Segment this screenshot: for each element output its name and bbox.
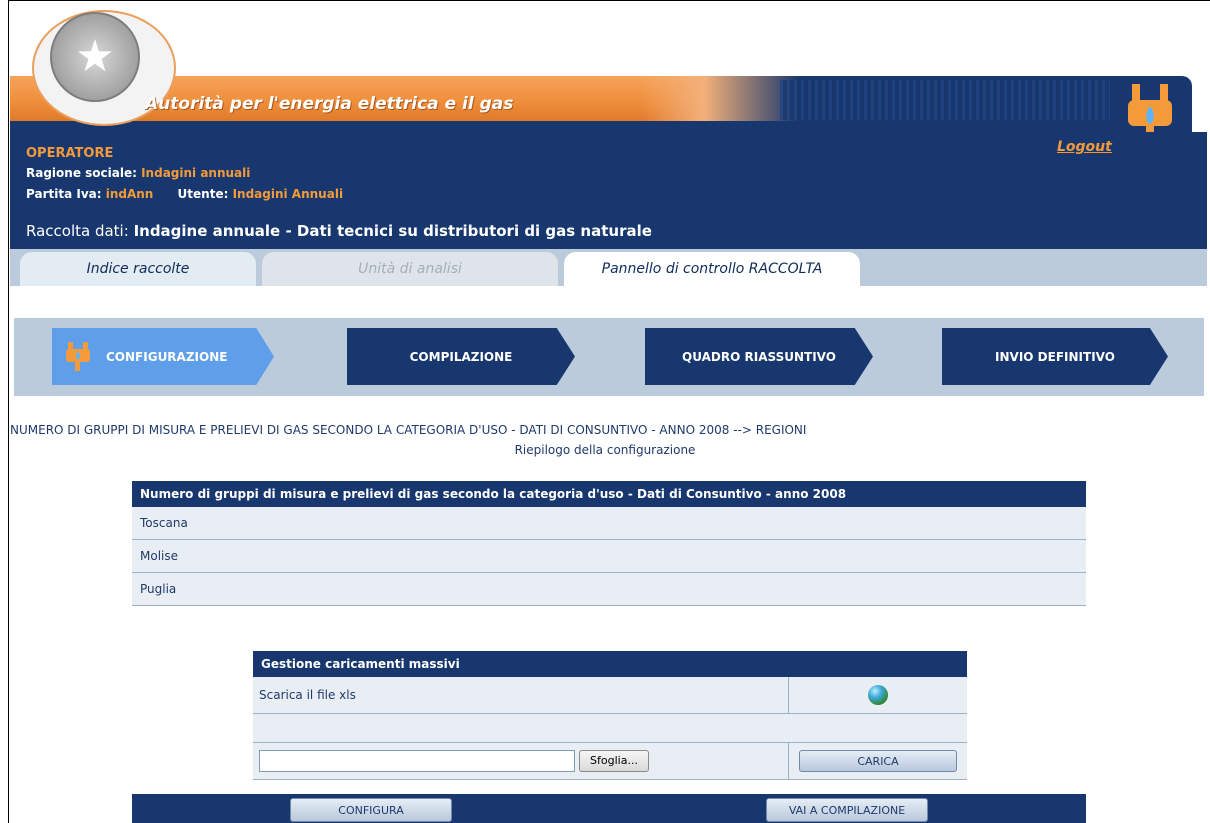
partita-label: Partita Iva: bbox=[26, 187, 102, 201]
download-label: Scarica il file xls bbox=[253, 677, 789, 713]
upload-row: Sfoglia... CARICA bbox=[253, 743, 967, 780]
file-path-input[interactable] bbox=[259, 750, 575, 772]
raccolta-value: Indagine annuale - Dati tecnici su distr… bbox=[133, 222, 652, 240]
bulk-upload-table: Gestione caricamenti massivi Scarica il … bbox=[253, 651, 967, 780]
republic-emblem-icon: ★ bbox=[50, 12, 140, 102]
table-row: Puglia bbox=[132, 573, 1086, 606]
regions-table-header: Numero di gruppi di misura e prelievi di… bbox=[132, 481, 1086, 507]
ragione-sociale-line: Ragione sociale: Indagini annuali bbox=[26, 166, 250, 180]
utente-label: Utente: bbox=[177, 187, 229, 201]
vai-a-compilazione-button[interactable]: VAI A COMPILAZIONE bbox=[766, 798, 928, 822]
empty-row bbox=[253, 714, 967, 743]
bulk-table-header: Gestione caricamenti massivi bbox=[253, 651, 967, 677]
raccolta-label: Raccolta dati: bbox=[26, 222, 129, 240]
upload-cell: Sfoglia... bbox=[253, 743, 789, 779]
step-invio-definitivo[interactable]: INVIO DEFINITIVO bbox=[942, 328, 1168, 385]
tab-indice-raccolte[interactable]: Indice raccolte bbox=[20, 252, 256, 286]
gas-pipe-icon bbox=[66, 342, 90, 371]
page-frame-top bbox=[8, 0, 1210, 1]
utente-value: Indagini Annuali bbox=[232, 187, 344, 201]
banner-fade bbox=[640, 76, 800, 121]
tab-unita-di-analisi: Unità di analisi bbox=[262, 252, 558, 286]
operatore-title: OPERATORE bbox=[26, 146, 114, 161]
raccolta-line: Raccolta dati: Indagine annuale - Dati t… bbox=[26, 222, 652, 240]
regions-table: Numero di gruppi di misura e prelievi di… bbox=[132, 481, 1086, 606]
ragione-value: Indagini annuali bbox=[141, 166, 251, 180]
table-row: Toscana bbox=[132, 507, 1086, 540]
ragione-label: Ragione sociale: bbox=[26, 166, 137, 180]
download-cell bbox=[789, 677, 967, 713]
download-row: Scarica il file xls bbox=[253, 677, 967, 714]
carica-button[interactable]: CARICA bbox=[799, 750, 957, 772]
footer-bar bbox=[132, 794, 1086, 823]
step-compilazione[interactable]: COMPILAZIONE bbox=[347, 328, 575, 385]
banner-title: Autorità per l'energia elettrica e il ga… bbox=[145, 94, 514, 114]
partita-value: indAnn bbox=[105, 187, 154, 201]
table-row: Molise bbox=[132, 540, 1086, 573]
upload-button-cell: CARICA bbox=[789, 743, 967, 779]
banner-stripes bbox=[780, 80, 1110, 120]
partita-utente-line: Partita Iva: indAnn Utente: Indagini Ann… bbox=[26, 187, 343, 201]
section-subtitle: Riepilogo della configurazione bbox=[514, 443, 696, 457]
section-title: NUMERO DI GRUPPI DI MISURA E PRELIEVI DI… bbox=[10, 423, 807, 437]
globe-download-icon[interactable] bbox=[868, 685, 888, 705]
tab-pannello-controllo[interactable]: Pannello di controllo RACCOLTA bbox=[564, 252, 860, 286]
page-frame-left bbox=[8, 0, 9, 823]
logout-link[interactable]: Logout bbox=[1057, 139, 1112, 155]
step-quadro-riassuntivo[interactable]: QUADRO RIASSUNTIVO bbox=[645, 328, 873, 385]
configura-button[interactable]: CONFIGURA bbox=[290, 798, 452, 822]
browse-button[interactable]: Sfoglia... bbox=[579, 750, 649, 772]
